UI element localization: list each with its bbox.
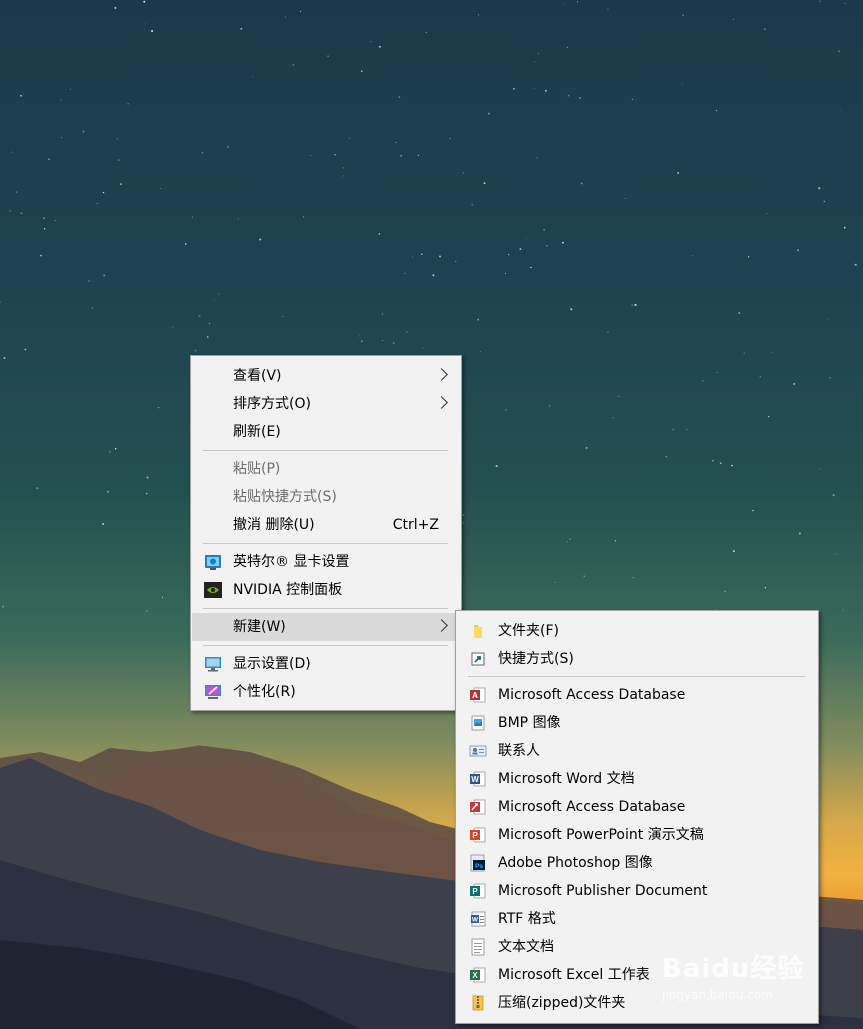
menu-item-refresh[interactable]: 刷新(E) bbox=[191, 418, 461, 446]
menu-item-label: Microsoft Publisher Document bbox=[498, 883, 708, 899]
menu-item-label: Microsoft PowerPoint 演示文稿 bbox=[498, 827, 704, 843]
new-word-document-item[interactable]: W Microsoft Word 文档 bbox=[456, 765, 818, 793]
new-photoshop-image-item[interactable]: Ps Adobe Photoshop 图像 bbox=[456, 849, 818, 877]
menu-item-label: 联系人 bbox=[498, 743, 540, 759]
new-contact-item[interactable]: 联系人 bbox=[456, 737, 818, 765]
menu-item-sort-by[interactable]: 排序方式(O) bbox=[191, 390, 461, 418]
menu-item-label: 查看(V) bbox=[233, 368, 282, 384]
desktop-background[interactable]: 查看(V) 排序方式(O) 刷新(E) 粘贴(P) 粘贴快捷方式(S) 撤消 删… bbox=[0, 0, 863, 1029]
menu-item-label: 刷新(E) bbox=[233, 424, 281, 440]
menu-item-undo-delete[interactable]: 撤消 删除(U) Ctrl+Z bbox=[191, 511, 461, 539]
baidu-watermark-logo: Baidu经验 bbox=[662, 954, 805, 984]
menu-separator bbox=[203, 543, 448, 544]
menu-item-label: Microsoft Access Database bbox=[498, 687, 686, 703]
menu-item-label: 文件夹(F) bbox=[498, 623, 559, 639]
menu-separator bbox=[203, 450, 448, 451]
shortcut-icon bbox=[471, 652, 485, 666]
folder-icon bbox=[474, 625, 482, 638]
menu-item-label: NVIDIA 控制面板 bbox=[233, 582, 343, 598]
svg-text:X: X bbox=[472, 971, 478, 980]
chevron-right-icon bbox=[435, 619, 448, 632]
menu-item-label: 个性化(R) bbox=[233, 684, 296, 700]
menu-item-paste-shortcut[interactable]: 粘贴快捷方式(S) bbox=[191, 483, 461, 511]
svg-text:A: A bbox=[472, 691, 478, 700]
new-rtf-document-item[interactable]: W RTF 格式 bbox=[456, 905, 818, 933]
desktop-context-menu: 查看(V) 排序方式(O) 刷新(E) 粘贴(P) 粘贴快捷方式(S) 撤消 删… bbox=[190, 355, 462, 711]
contact-icon bbox=[469, 745, 487, 757]
menu-item-label: Microsoft Access Database bbox=[498, 799, 686, 815]
access-icon: A bbox=[470, 687, 486, 703]
menu-item-label: 排序方式(O) bbox=[233, 396, 311, 412]
personalize-icon bbox=[205, 685, 221, 699]
new-shortcut-item[interactable]: 快捷方式(S) bbox=[456, 645, 818, 673]
publisher-icon: P bbox=[470, 883, 486, 899]
menu-separator bbox=[203, 608, 448, 609]
display-settings-icon bbox=[205, 657, 221, 672]
svg-text:W: W bbox=[472, 917, 479, 924]
menu-separator bbox=[203, 645, 448, 646]
menu-item-personalize[interactable]: 个性化(R) bbox=[191, 678, 461, 706]
menu-separator bbox=[468, 676, 805, 677]
menu-item-label: 压缩(zipped)文件夹 bbox=[498, 995, 626, 1011]
svg-text:P: P bbox=[472, 831, 478, 840]
access-icon bbox=[470, 799, 486, 815]
new-bmp-image-item[interactable]: BMP 图像 bbox=[456, 709, 818, 737]
intel-graphics-icon bbox=[205, 555, 221, 570]
baidu-watermark-url: jingyan.baidu.com bbox=[662, 988, 773, 1002]
rtf-icon: W bbox=[471, 911, 486, 927]
bmp-image-icon bbox=[471, 715, 485, 731]
menu-item-label: 粘贴(P) bbox=[233, 461, 281, 477]
menu-item-new[interactable]: 新建(W) bbox=[192, 613, 460, 641]
new-powerpoint-item[interactable]: P Microsoft PowerPoint 演示文稿 bbox=[456, 821, 818, 849]
text-document-icon bbox=[471, 938, 485, 956]
menu-item-label: 撤消 删除(U) bbox=[233, 517, 315, 533]
menu-item-label: 粘贴快捷方式(S) bbox=[233, 489, 337, 505]
photoshop-icon: Ps bbox=[470, 854, 485, 872]
menu-item-intel-graphics[interactable]: 英特尔® 显卡设置 bbox=[191, 548, 461, 576]
menu-item-label: 英特尔® 显卡设置 bbox=[233, 554, 350, 570]
new-access-database-item[interactable]: A Microsoft Access Database bbox=[456, 681, 818, 709]
menu-item-paste[interactable]: 粘贴(P) bbox=[191, 455, 461, 483]
menu-item-label: RTF 格式 bbox=[498, 911, 556, 927]
menu-item-nvidia-control-panel[interactable]: NVIDIA 控制面板 bbox=[191, 576, 461, 604]
new-access-database-item-2[interactable]: Microsoft Access Database bbox=[456, 793, 818, 821]
nvidia-icon bbox=[204, 582, 222, 598]
new-publisher-document-item[interactable]: P Microsoft Publisher Document bbox=[456, 877, 818, 905]
svg-text:P: P bbox=[472, 887, 478, 896]
menu-item-label: BMP 图像 bbox=[498, 715, 561, 731]
new-folder-item[interactable]: 文件夹(F) bbox=[456, 617, 818, 645]
menu-item-label: Microsoft Word 文档 bbox=[498, 771, 635, 787]
menu-item-label: Adobe Photoshop 图像 bbox=[498, 855, 653, 871]
chevron-right-icon bbox=[435, 368, 448, 381]
word-icon: W bbox=[470, 771, 486, 787]
menu-item-label: 新建(W) bbox=[233, 619, 286, 635]
menu-item-label: 显示设置(D) bbox=[233, 656, 311, 672]
menu-item-label: 文本文档 bbox=[498, 939, 554, 955]
keyboard-shortcut: Ctrl+Z bbox=[392, 517, 439, 533]
zip-folder-icon bbox=[472, 995, 484, 1011]
excel-icon: X bbox=[470, 967, 486, 983]
menu-item-display-settings[interactable]: 显示设置(D) bbox=[191, 650, 461, 678]
powerpoint-icon: P bbox=[470, 827, 486, 843]
menu-item-label: Microsoft Excel 工作表 bbox=[498, 967, 650, 983]
chevron-right-icon bbox=[435, 396, 448, 409]
menu-item-view[interactable]: 查看(V) bbox=[191, 362, 461, 390]
menu-item-label: 快捷方式(S) bbox=[498, 651, 574, 667]
svg-text:W: W bbox=[471, 775, 479, 784]
svg-text:Ps: Ps bbox=[475, 863, 483, 870]
